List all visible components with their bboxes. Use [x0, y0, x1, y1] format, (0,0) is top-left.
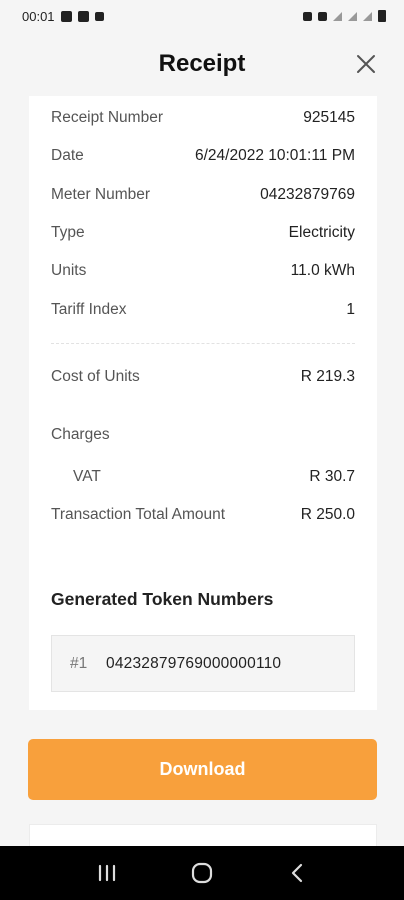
- home-icon: [191, 862, 213, 884]
- units-row: Units 11.0 kWh: [51, 259, 355, 283]
- tokens-title: Generated Token Numbers: [51, 589, 274, 609]
- token-index: #1: [70, 654, 88, 672]
- recent-apps-button[interactable]: [87, 853, 127, 893]
- wifi-icon: [333, 11, 342, 21]
- receipt-number-label: Receipt Number: [51, 109, 163, 126]
- total-value: R 250.0: [300, 506, 355, 523]
- close-icon: [357, 55, 375, 73]
- header: Receipt: [0, 38, 404, 90]
- receipt-card: Receipt Number 925145 Date 6/24/2022 10:…: [29, 96, 377, 710]
- type-label: Type: [51, 224, 85, 241]
- meter-number-value: 04232879769: [260, 186, 355, 203]
- signal-icon: [348, 11, 357, 21]
- home-button[interactable]: [182, 853, 222, 893]
- vat-row: VAT R 30.7: [73, 465, 355, 489]
- download-button[interactable]: Download: [28, 739, 377, 800]
- system-nav-bar: [0, 846, 404, 900]
- units-label: Units: [51, 262, 87, 279]
- token-item[interactable]: #1 04232879769000000110: [51, 635, 355, 692]
- dashed-divider: [51, 343, 355, 344]
- status-bar: 00:01: [0, 0, 404, 32]
- date-value: 6/24/2022 10:01:11 PM: [194, 147, 355, 164]
- signal-2-icon: [363, 11, 372, 21]
- flag-notification-icon: [77, 10, 89, 22]
- type-value: Electricity: [288, 224, 355, 241]
- close-button[interactable]: [354, 52, 378, 76]
- receipt-number-row: Receipt Number 925145: [51, 106, 355, 130]
- type-row: Type Electricity: [51, 221, 355, 245]
- page-title: Receipt: [158, 50, 246, 77]
- total-label: Transaction Total Amount: [51, 506, 226, 523]
- recent-apps-icon: [99, 864, 116, 882]
- back-icon: [291, 863, 302, 883]
- tariff-index-label: Tariff Index: [51, 301, 127, 318]
- vat-value: R 30.7: [309, 468, 355, 485]
- meter-number-row: Meter Number 04232879769: [51, 183, 355, 207]
- back-button[interactable]: [277, 853, 317, 893]
- total-row: Transaction Total Amount R 250.0: [51, 503, 355, 527]
- status-time: 00:01: [22, 8, 55, 24]
- gallery-notification-icon: [60, 10, 72, 22]
- battery-icon: [378, 10, 386, 22]
- tariff-index-value: 1: [346, 301, 355, 318]
- grid-notification-icon: [94, 11, 104, 21]
- cost-row: Cost of Units R 219.3: [51, 365, 355, 389]
- receipt-number-value: 925145: [303, 109, 355, 126]
- alarm-icon: [303, 11, 312, 21]
- units-value: 11.0 kWh: [290, 262, 355, 279]
- vibrate-icon: [318, 11, 327, 21]
- tariff-index-row: Tariff Index 1: [51, 298, 355, 322]
- cost-value: R 219.3: [300, 368, 355, 385]
- status-left: 00:01: [22, 9, 104, 24]
- vat-label: VAT: [73, 468, 101, 485]
- date-row: Date 6/24/2022 10:01:11 PM: [51, 144, 355, 168]
- token-value: 04232879769000000110: [106, 654, 282, 672]
- meter-number-label: Meter Number: [51, 186, 151, 203]
- status-right: [303, 10, 386, 22]
- charges-label: Charges: [51, 426, 110, 443]
- cost-label: Cost of Units: [51, 368, 140, 385]
- date-label: Date: [51, 147, 84, 164]
